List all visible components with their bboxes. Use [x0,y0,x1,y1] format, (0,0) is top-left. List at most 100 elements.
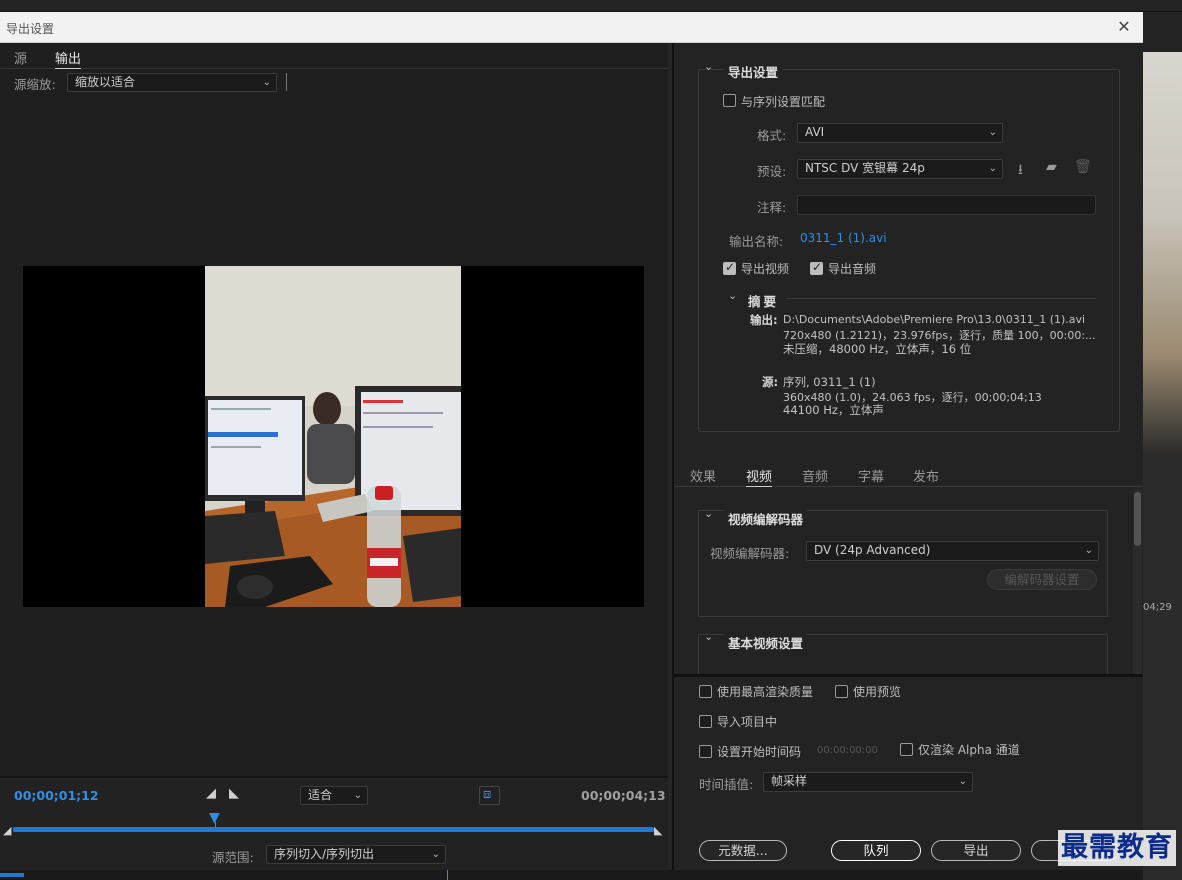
background-progress [0,873,24,877]
background-timecode: 04;29 [1143,602,1172,613]
preview-panel: 源 输出 源缩放: 缩放以适合 ⌄ 00;00;01;12 ◢ ◣ 适合 ⌄ ⧈… [0,43,668,870]
watermark-logo: 最需教育 [1058,830,1176,866]
set-start-timecode-checkbox[interactable] [699,745,712,758]
queue-button[interactable]: 队列 [831,840,921,861]
background-app-bottom [0,870,1143,880]
import-into-project-label: 导入项目中 [717,715,778,729]
tab-captions[interactable]: 字幕 [858,466,884,485]
time-interpolation-select[interactable]: 帧采样 ⌄ [763,772,973,792]
source-range-bar[interactable] [13,827,654,832]
video-codec-select[interactable]: DV (24p Advanced) ⌄ [806,541,1099,561]
chevron-down-icon[interactable]: ⌄ [704,507,713,520]
background-playhead [447,870,448,880]
preset-value: NTSC DV 宽银幕 24p [805,161,925,175]
out-marker-icon[interactable]: ◣ [654,824,662,837]
tab-video[interactable]: 视频 [746,466,773,487]
tab-effects[interactable]: 效果 [690,466,716,485]
source-range-select[interactable]: 序列切入/序列切出 ⌄ [266,845,446,864]
tab-audio[interactable]: 音频 [802,466,828,485]
chevron-down-icon[interactable]: ⌄ [728,289,737,302]
close-icon[interactable]: ✕ [1113,16,1135,38]
in-marker-icon[interactable]: ◢ [3,824,11,837]
summary-divider [786,298,1096,299]
delete-preset-icon[interactable]: 🗑 [1074,159,1092,175]
format-select[interactable]: AVI ⌄ [797,123,1003,143]
export-video-checkbox[interactable] [723,260,736,275]
use-previews-label: 使用预览 [853,685,902,699]
scrollbar-thumb[interactable] [1134,492,1141,546]
chevron-down-icon: ⌄ [988,127,997,138]
settings-tabs: 效果 视频 音频 字幕 发布 [674,459,1143,487]
tab-output[interactable]: 输出 [55,48,82,69]
background-app-timeline: 04;29 [1143,456,1182,880]
fit-frame-icon: ⧈ [483,787,492,802]
export-audio-checkbox[interactable] [810,260,823,275]
summary-source-line: 44100 Hz，立体声 [783,403,884,417]
format-value: AVI [805,125,825,139]
preset-select[interactable]: NTSC DV 宽银幕 24p ⌄ [797,159,1003,179]
basic-video-title: 基本视频设置 [724,633,808,652]
background-app-topbar [0,0,1182,12]
summary-output-label: 输出: [750,313,778,327]
source-output-tabs: 源 输出 [0,43,668,69]
output-name-link[interactable]: 0311_1 (1).avi [800,231,887,245]
time-interpolation-value: 帧采样 [771,774,808,788]
summary-title: 摘要 [748,294,780,309]
window-title: 导出设置 [6,22,55,36]
comments-label: 注释: [757,200,787,215]
set-out-point-icon[interactable]: ◣ [229,786,239,801]
preview-frame [205,266,461,607]
summary-output-line: D:\Documents\Adobe\Premiere Pro\13.0\031… [783,313,1086,326]
import-preset-icon[interactable]: ▰ [1046,159,1057,175]
source-scale-select[interactable]: 缩放以适合 ⌄ [67,73,277,92]
chevron-down-icon: ⌄ [958,776,967,787]
source-scale-label: 源缩放: [14,77,56,92]
chevron-down-icon[interactable]: ⌄ [704,630,713,643]
format-label: 格式: [757,128,787,143]
summary-source-line: 序列, 0311_1 (1) [783,375,876,389]
time-interpolation-label: 时间插值: [699,777,754,792]
zoom-value: 适合 [308,788,333,802]
tab-publish[interactable]: 发布 [913,466,939,485]
codec-settings-button[interactable]: 编解码器设置 [987,569,1097,590]
scrollbar-track[interactable] [1133,490,1142,674]
source-range-value: 序列切入/序列切出 [274,847,375,861]
source-range-label: 源范围: [212,850,254,865]
chevron-down-icon: ⌄ [431,849,440,860]
chevron-down-icon: ⌄ [262,77,271,88]
save-preset-icon[interactable]: ⭳ [1018,159,1023,183]
max-render-quality-checkbox[interactable] [699,685,712,698]
aspect-ratio-button[interactable]: ⧈ [479,786,500,805]
title-bar: 导出设置 ✕ [0,12,1143,43]
export-settings-dialog: 导出设置 ✕ 源 输出 源缩放: 缩放以适合 ⌄ 00;00;01;12 ◢ ◣… [0,12,1143,870]
import-into-project-checkbox[interactable] [699,715,712,728]
export-button[interactable]: 导出 [931,840,1021,861]
video-codec-label: 视频编解码器: [710,546,790,561]
match-sequence-checkbox[interactable] [723,94,736,107]
start-timecode-field[interactable]: 00:00:00:00 [817,745,878,756]
comments-input[interactable] [797,195,1096,215]
video-preview [23,266,644,607]
max-render-quality-label: 使用最高渲染质量 [717,685,814,699]
current-timecode[interactable]: 00;00;01;12 [14,788,99,803]
settings-panel: ⌄ 导出设置 与序列设置匹配 格式: AVI ⌄ 预设: NTSC DV 宽银幕… [672,43,1143,870]
chevron-down-icon[interactable]: ⌄ [704,60,713,73]
duration-timecode: 00;00;04;13 [581,788,666,803]
export-settings-title: 导出设置 [724,62,783,81]
video-settings-scroll: ⌄ 视频编解码器 视频编解码器: DV (24p Advanced) ⌄ 编解码… [674,488,1143,674]
render-alpha-only-label: 仅渲染 Alpha 通道 [918,743,1020,757]
chevron-down-icon: ⌄ [1084,545,1093,556]
summary-source-label: 源: [762,375,779,389]
output-name-label: 输出名称: [729,234,784,249]
chevron-down-icon: ⌄ [353,790,362,801]
background-app-video [1143,52,1182,456]
set-start-timecode-label: 设置开始时间码 [717,745,802,759]
chevron-down-icon: ⌄ [988,163,997,174]
use-previews-checkbox[interactable] [835,685,848,698]
metadata-button[interactable]: 元数据... [699,840,787,861]
render-alpha-only-checkbox[interactable] [900,743,913,756]
zoom-select[interactable]: 适合 ⌄ [300,786,368,805]
set-in-point-icon[interactable]: ◢ [206,786,216,801]
video-codec-value: DV (24p Advanced) [814,543,931,557]
tab-source[interactable]: 源 [14,48,27,67]
